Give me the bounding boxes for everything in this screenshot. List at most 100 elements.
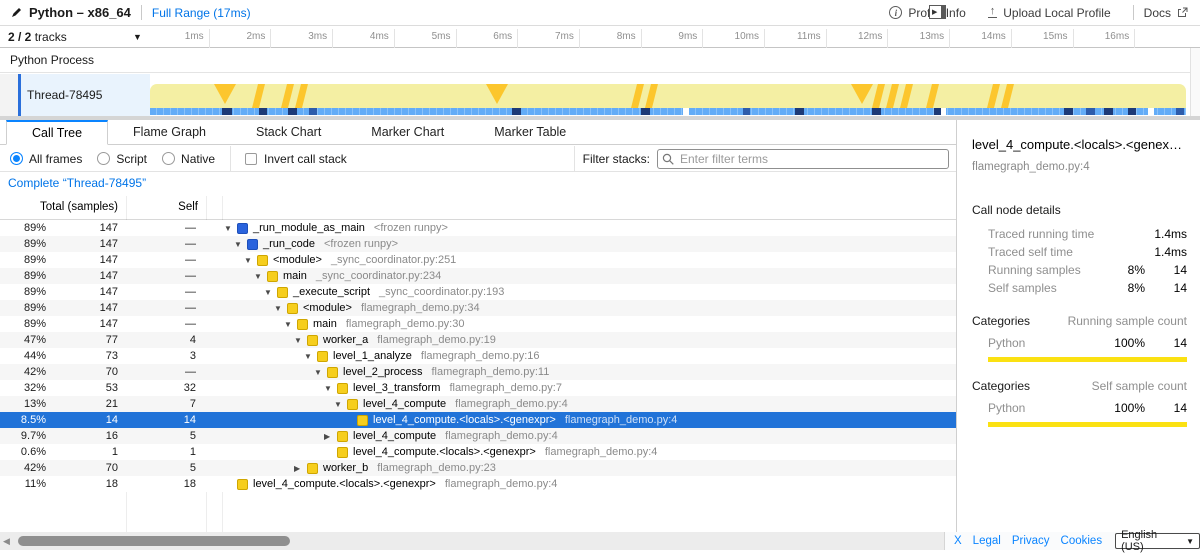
expander-open-icon[interactable]: ▼ (334, 400, 347, 409)
open-sidebar-button[interactable]: ▶ (929, 5, 946, 19)
edit-profile-name-icon[interactable] (10, 7, 22, 19)
scrollbar-thumb[interactable] (18, 536, 290, 546)
expander-open-icon[interactable]: ▼ (244, 256, 257, 265)
app-header: Python – x86_64 Full Range (17ms) i Prof… (0, 0, 1200, 26)
tab-call-tree[interactable]: Call Tree (6, 120, 108, 145)
activity-graph[interactable] (150, 84, 1186, 108)
table-row[interactable]: 8.5%1414level_4_compute.<locals>.<genexp… (0, 412, 956, 428)
cell-total-percent: 89% (0, 222, 46, 234)
chevron-down-icon[interactable]: ▼ (133, 32, 142, 42)
detail-percent: 8% (1101, 263, 1145, 277)
marker-slash-icon[interactable] (645, 84, 659, 108)
cell-total-samples: 70 (46, 462, 118, 474)
expander-open-icon[interactable]: ▼ (314, 368, 327, 377)
marker-slash-icon[interactable] (631, 84, 645, 108)
expander-open-icon[interactable]: ▼ (304, 352, 317, 361)
thread-track-label[interactable]: Thread-78495 (21, 74, 150, 116)
language-select[interactable]: English (US) ▼ (1115, 533, 1200, 549)
marker-slash-icon[interactable] (295, 84, 309, 108)
marker-slash-icon[interactable] (987, 84, 1001, 108)
expander-open-icon[interactable]: ▼ (254, 272, 267, 281)
sample-segment (288, 108, 297, 115)
cell-self-samples: 5 (118, 462, 196, 474)
tab-stack-chart[interactable]: Stack Chart (231, 120, 346, 144)
tracks-visibility-dropdown[interactable]: 2 / 2 tracks (8, 30, 67, 44)
tracks-vertical-scrollbar[interactable] (1190, 48, 1200, 116)
timeline-ruler[interactable]: 2 / 2 tracks ▼ 1ms2ms3ms4ms5ms6ms7ms8ms9… (0, 26, 1200, 48)
marker-slash-icon[interactable] (281, 84, 295, 108)
table-row[interactable]: 0.6%11level_4_compute.<locals>.<genexpr>… (0, 444, 956, 460)
horizontal-scrollbar[interactable]: ◀ (0, 532, 944, 550)
marker-slash-icon[interactable] (872, 84, 886, 108)
marker-wedge-icon[interactable] (851, 84, 873, 104)
marker-slash-icon[interactable] (926, 84, 940, 108)
radio-native[interactable]: Native (162, 152, 215, 166)
table-row[interactable]: 89%147—▼mainflamegraph_demo.py:30 (0, 316, 956, 332)
table-row[interactable]: 89%147—▼<module>_sync_coordinator.py:251 (0, 252, 956, 268)
tab-marker-table[interactable]: Marker Table (469, 120, 591, 144)
radio-all-frames[interactable]: All frames (10, 152, 82, 166)
footer-link-privacy[interactable]: Privacy (1012, 535, 1050, 547)
marker-slash-icon[interactable] (1001, 84, 1015, 108)
footer-link-cookies[interactable]: Cookies (1061, 535, 1103, 547)
function-name: main (313, 318, 337, 330)
expander-open-icon[interactable]: ▼ (234, 240, 247, 249)
sample-strip[interactable] (150, 108, 1186, 115)
table-row[interactable]: 42%705▶worker_bflamegraph_demo.py:23 (0, 460, 956, 476)
docs-link[interactable]: Docs (1144, 6, 1188, 20)
cell-self-samples: 14 (118, 414, 196, 426)
sample-segment (1064, 108, 1073, 115)
footer-close-link[interactable]: X (954, 535, 962, 547)
cell-self-samples: 18 (118, 478, 196, 490)
breadcrumb[interactable]: Complete “Thread-78495” (8, 176, 146, 190)
expander-open-icon[interactable]: ▼ (264, 288, 277, 297)
table-row[interactable]: 44%733▼level_1_analyzeflamegraph_demo.py… (0, 348, 956, 364)
table-row[interactable]: 89%147—▼_execute_script_sync_coordinator… (0, 284, 956, 300)
table-row[interactable]: 42%70—▼level_2_processflamegraph_demo.py… (0, 364, 956, 380)
marker-wedge-icon[interactable] (486, 84, 508, 104)
expander-open-icon[interactable]: ▼ (224, 224, 237, 233)
tab-marker-chart[interactable]: Marker Chart (346, 120, 469, 144)
radio-all-frames-icon[interactable] (10, 152, 23, 165)
function-name: level_4_compute.<locals>.<genexpr> (253, 478, 436, 490)
expander-open-icon[interactable]: ▼ (294, 336, 307, 345)
full-range-button[interactable]: Full Range (17ms) (152, 6, 251, 20)
radio-script[interactable]: Script (97, 152, 147, 166)
marker-slash-icon[interactable] (886, 84, 900, 108)
expander-open-icon[interactable]: ▼ (324, 384, 337, 393)
marker-slash-icon[interactable] (900, 84, 914, 108)
thread-track[interactable]: Thread-78495 (0, 74, 1200, 116)
cell-total-samples: 21 (46, 398, 118, 410)
tab-flame-graph[interactable]: Flame Graph (108, 120, 231, 144)
marker-slash-icon[interactable] (252, 84, 266, 108)
table-row[interactable]: 9.7%165▶level_4_computeflamegraph_demo.p… (0, 428, 956, 444)
scroll-left-arrow-icon[interactable]: ◀ (3, 536, 10, 547)
upload-profile-button[interactable]: ↑ Upload Local Profile (988, 6, 1111, 20)
table-row[interactable]: 11%1818level_4_compute.<locals>.<genexpr… (0, 476, 956, 492)
table-row[interactable]: 32%5332▼level_3_transformflamegraph_demo… (0, 380, 956, 396)
marker-wedge-icon[interactable] (214, 84, 236, 104)
table-row[interactable]: 89%147—▼<module>flamegraph_demo.py:34 (0, 300, 956, 316)
expander-collapsed-icon[interactable]: ▶ (324, 432, 337, 441)
function-name: _run_code (263, 238, 315, 250)
filter-stacks-input[interactable] (657, 149, 949, 169)
profile-info-button[interactable]: i Profile Info (889, 6, 965, 20)
column-header-self[interactable]: Self (126, 201, 198, 213)
table-row[interactable]: 89%147—▼_run_module_as_main<frozen runpy… (0, 220, 956, 236)
process-track-header[interactable]: Python Process (0, 48, 1200, 73)
invert-call-stack-checkbox[interactable] (245, 153, 257, 165)
cell-function: ▼<module>_sync_coordinator.py:251 (224, 254, 956, 266)
expander-open-icon[interactable]: ▼ (284, 320, 297, 329)
column-header-total[interactable]: Total (samples) (0, 201, 118, 213)
expander-collapsed-icon[interactable]: ▶ (294, 464, 307, 473)
footer-link-legal[interactable]: Legal (973, 535, 1001, 547)
table-row[interactable]: 47%774▼worker_aflamegraph_demo.py:19 (0, 332, 956, 348)
table-row[interactable]: 89%147—▼_run_code<frozen runpy> (0, 236, 956, 252)
radio-script-icon[interactable] (97, 152, 110, 165)
radio-native-icon[interactable] (162, 152, 175, 165)
table-row[interactable]: 13%217▼level_4_computeflamegraph_demo.py… (0, 396, 956, 412)
thread-track-canvas[interactable] (150, 74, 1186, 116)
invert-call-stack-label[interactable]: Invert call stack (264, 152, 347, 166)
table-row[interactable]: 89%147—▼main_sync_coordinator.py:234 (0, 268, 956, 284)
expander-open-icon[interactable]: ▼ (274, 304, 287, 313)
